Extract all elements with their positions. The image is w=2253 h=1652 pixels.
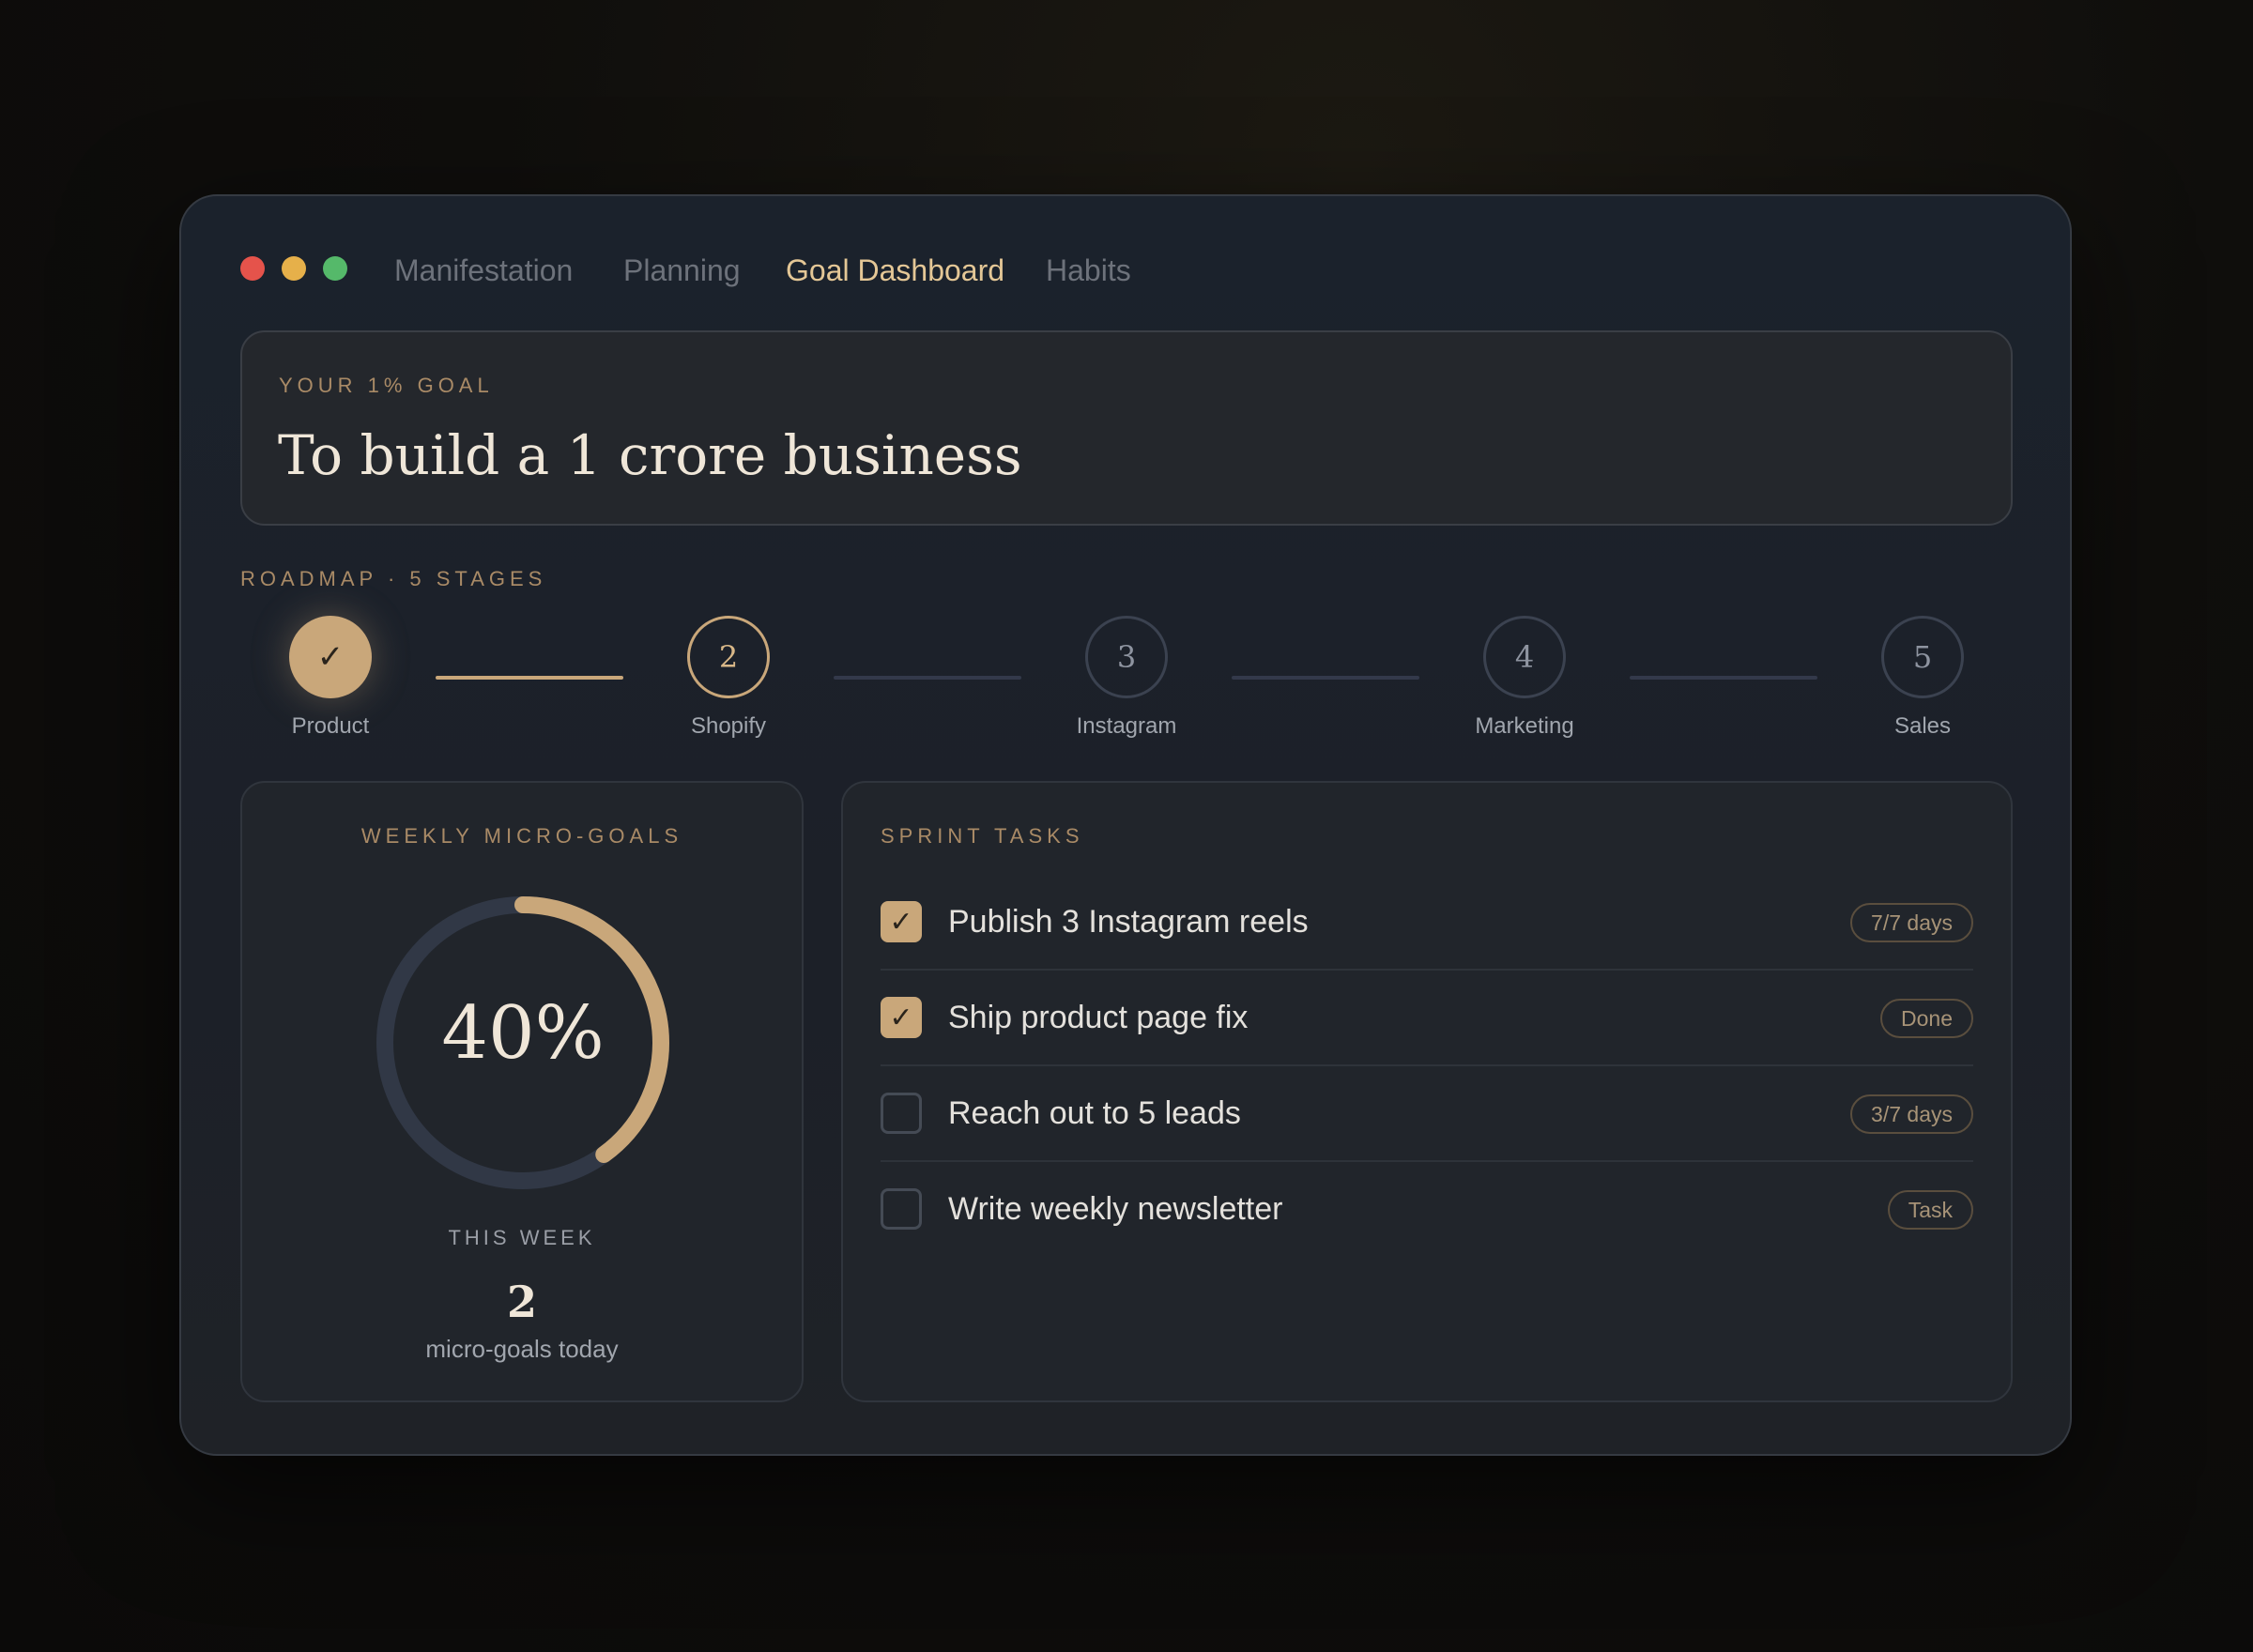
roadmap-connector-4 bbox=[1630, 676, 1817, 680]
stage-label-shopify: Shopify bbox=[690, 713, 767, 739]
task-checkbox-checked[interactable]: ✓ bbox=[881, 901, 922, 942]
tab-planning[interactable]: Planning bbox=[623, 250, 741, 291]
minimize-window-button[interactable] bbox=[282, 256, 306, 281]
stage-instagram-marker[interactable]: 3 bbox=[1085, 616, 1168, 698]
micro-goals-count-label: micro-goals today bbox=[425, 1335, 619, 1363]
task-row[interactable]: Write weekly newsletter Task bbox=[881, 1160, 1973, 1256]
this-week-label: THIS WEEK bbox=[448, 1226, 596, 1249]
task-status-badge: 7/7 days bbox=[1850, 903, 1973, 942]
task-status-badge: Done bbox=[1880, 999, 1973, 1038]
task-title: Reach out to 5 leads bbox=[948, 1095, 1241, 1131]
task-status-badge: 3/7 days bbox=[1850, 1094, 1973, 1134]
stage-product-check-icon[interactable]: ✓ bbox=[289, 616, 372, 698]
task-checkbox-checked[interactable]: ✓ bbox=[881, 997, 922, 1038]
roadmap-heading: ROADMAP · 5 STAGES bbox=[240, 567, 547, 590]
stage-marketing-marker[interactable]: 4 bbox=[1483, 616, 1566, 698]
weekly-percent: 40% bbox=[441, 991, 605, 1076]
task-checkbox-unchecked[interactable] bbox=[881, 1188, 922, 1230]
task-row[interactable]: ✓ Publish 3 Instagram reels 7/7 days bbox=[881, 873, 1973, 971]
roadmap-connector-1 bbox=[436, 676, 623, 680]
stage-label-sales: Sales bbox=[1893, 713, 1952, 739]
tab-habits[interactable]: Habits bbox=[1046, 250, 1131, 291]
stage-label-instagram: Instagram bbox=[1076, 713, 1177, 739]
roadmap-connector-2 bbox=[834, 676, 1021, 680]
stage-label-marketing: Marketing bbox=[1475, 713, 1574, 739]
roadmap-connector-3 bbox=[1232, 676, 1419, 680]
task-checkbox-unchecked[interactable] bbox=[881, 1093, 922, 1134]
task-row[interactable]: Reach out to 5 leads 3/7 days bbox=[881, 1064, 1973, 1162]
stage-shopify-marker[interactable]: 2 bbox=[687, 616, 770, 698]
stage-sales-marker[interactable]: 5 bbox=[1881, 616, 1964, 698]
stage-label-product: Product bbox=[291, 713, 370, 739]
task-row[interactable]: ✓ Ship product page fix Done bbox=[881, 969, 1973, 1066]
close-window-button[interactable] bbox=[240, 256, 265, 281]
micro-goals-count: 2 bbox=[506, 1277, 537, 1327]
task-status-badge: Task bbox=[1887, 1190, 1973, 1230]
maximize-window-button[interactable] bbox=[323, 256, 347, 281]
goal-eyebrow: YOUR 1% GOAL bbox=[279, 374, 494, 397]
tab-goal-dashboard[interactable]: Goal Dashboard bbox=[786, 250, 1004, 291]
task-title: Ship product page fix bbox=[948, 1000, 1249, 1035]
goal-title: To build a 1 crore business bbox=[278, 423, 1022, 487]
tab-manifestation[interactable]: Manifestation bbox=[394, 250, 573, 291]
task-title: Write weekly newsletter bbox=[948, 1191, 1283, 1227]
sprint-heading: SPRINT TASKS bbox=[881, 824, 1084, 848]
weekly-heading: WEEKLY MICRO-GOALS bbox=[360, 824, 683, 848]
task-title: Publish 3 Instagram reels bbox=[948, 904, 1309, 940]
